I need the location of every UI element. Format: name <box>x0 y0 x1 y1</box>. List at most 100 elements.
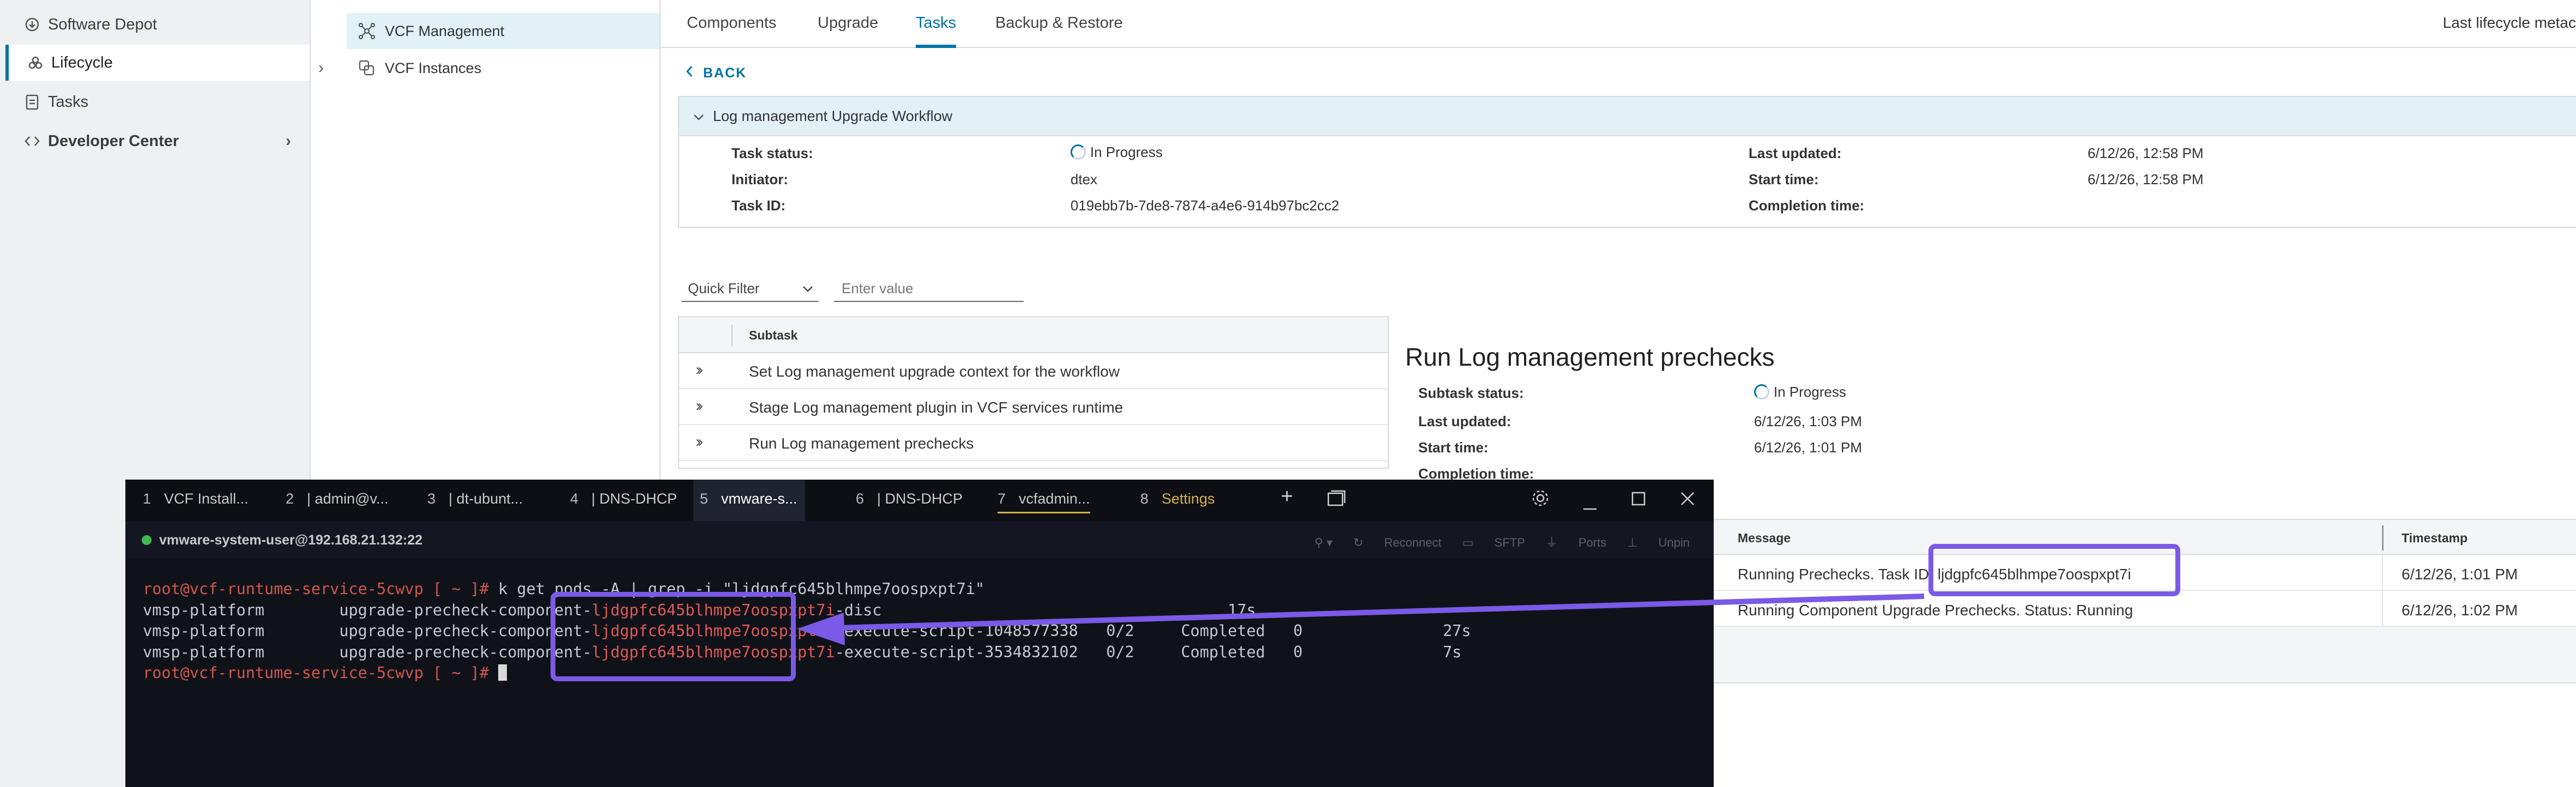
terminal-tab-number: 2 <box>286 491 294 507</box>
workflow-title: Log management Upgrade Workflow <box>713 107 953 124</box>
subtask-detail-title: Run Log management prechecks <box>1405 343 1775 371</box>
terminal-tab-bar: 1 VCF Install... 2 | admin@v... 3 | dt-ubun… <box>125 480 1714 521</box>
terminal-tab-label: | DNS-DHCP <box>591 491 678 507</box>
message-column-header[interactable]: Message <box>1738 531 1791 546</box>
last-updated-label: Last updated: <box>1749 145 1842 161</box>
filter-value-input[interactable] <box>834 276 1024 302</box>
terminal-tab-number: 3 <box>427 491 436 507</box>
terminal-output[interactable]: root@vcf-runtume-service-5cwvp [ ~ ]# k … <box>143 579 1714 684</box>
tab-backup-restore[interactable]: Backup & Restore <box>995 14 1123 48</box>
terminal-tab-label: vcfadmin... <box>1019 491 1090 507</box>
terminal-command-line: root@vcf-runtume-service-5cwvp [ ~ ]# k … <box>143 579 1714 600</box>
nav-software-depot[interactable]: Software Depot <box>5 7 310 43</box>
lifecycle-icon <box>26 53 45 72</box>
nav-developer-center[interactable]: Developer Center › <box>5 123 310 159</box>
tree-item-vcf-management[interactable]: VCF Management <box>347 13 660 49</box>
terminal-cursor <box>498 664 507 681</box>
tab-bar: Components Upgrade Tasks Backup & Restor… <box>661 0 2576 48</box>
tree-item-vcf-instances-label: VCF Instances <box>385 59 482 76</box>
subtask-row[interactable]: ›› Stage Log management plugin in VCF se… <box>679 389 1388 425</box>
terminal-pod-row: vmsp-platform upgrade-precheck-component… <box>143 621 1714 642</box>
back-link[interactable]: BACK <box>686 65 747 81</box>
task-id-label: Task ID: <box>731 197 786 214</box>
chevron-right-icon[interactable]: › <box>318 59 324 77</box>
ports-label: Ports <box>1578 536 1607 549</box>
tab-list-icon[interactable] <box>1327 489 1346 513</box>
terminal-tab[interactable]: 1 VCF Install... <box>143 491 249 507</box>
expand-row-icon[interactable]: ›› <box>696 361 703 379</box>
terminal-tab-label: | DNS-DHCP <box>877 491 963 507</box>
new-tab-icon[interactable]: + <box>1281 485 1293 508</box>
start-time-label: Start time: <box>1749 171 1819 187</box>
nav-software-depot-label: Software Depot <box>48 15 157 33</box>
spinner-icon <box>1071 144 1086 160</box>
subtask-grid: Subtask ›› Set Log management upgrade co… <box>678 316 1389 469</box>
terminal-tab[interactable]: 2 | admin@v... <box>286 491 389 507</box>
terminal-tab[interactable]: 6 | DNS-DHCP <box>856 491 963 507</box>
subtask-row[interactable]: ›› Set Log management upgrade context fo… <box>679 353 1388 389</box>
start-time-value: 6/12/26, 12:58 PM <box>2088 171 2204 187</box>
timestamp-column-header[interactable]: Timestamp <box>2402 531 2468 546</box>
messages-table-footer <box>1714 627 2576 683</box>
cell-divider <box>2382 591 2383 627</box>
subtask-last-updated-value: 6/12/26, 1:03 PM <box>1754 413 1863 429</box>
tab-tasks[interactable]: Tasks <box>916 14 957 48</box>
ports-button[interactable]: ⏚ Ports <box>1546 536 1606 549</box>
message-timestamp: 6/12/26, 1:02 PM <box>2402 602 2518 619</box>
shell-prompt: root@vcf-runtume-service-5cwvp [ ~ ]# <box>143 664 489 682</box>
reconnect-label: Reconnect <box>1384 536 1442 549</box>
subtask-column-header[interactable]: Subtask <box>749 328 797 343</box>
column-separator <box>731 325 733 347</box>
terminal-tab[interactable]: 4 | DNS-DHCP <box>570 491 677 507</box>
message-timestamp: 6/12/26, 1:01 PM <box>2402 566 2518 583</box>
message-text: Running Component Upgrade Prechecks. Sta… <box>1738 602 2133 619</box>
nav-lifecycle[interactable]: Lifecycle <box>5 45 310 81</box>
workflow-header[interactable]: Log management Upgrade Workflow <box>679 97 2576 136</box>
subtask-name: Run Log management prechecks <box>749 435 974 452</box>
terminal-tab[interactable]: 3 | dt-ubunt... <box>427 491 523 507</box>
unpin-button[interactable]: ⊥ Unpin <box>1627 536 1690 549</box>
pod-ready: 0/2 <box>1106 622 1134 640</box>
last-updated-value: 6/12/26, 12:58 PM <box>2088 145 2204 161</box>
subtask-grid-header: Subtask <box>679 317 1388 353</box>
terminal-pod-row: vmsp-platform upgrade-precheck-component… <box>143 600 1714 621</box>
expand-row-icon[interactable]: ›› <box>696 433 703 451</box>
quick-filter-select[interactable]: Quick Filter <box>681 276 819 302</box>
nav-tasks[interactable]: Tasks <box>5 84 310 120</box>
task-id-value: 019ebb7b-7de8-7874-a4e6-914b97bc2cc2 <box>1071 197 1339 214</box>
session-address: vmware-system-user@192.168.21.132:22 <box>159 532 423 548</box>
terminal-tab-number: 8 <box>1140 491 1149 507</box>
terminal-tab[interactable]: 7 vcfadmin... <box>997 491 1090 513</box>
pod-age: 27s <box>1443 622 1471 640</box>
pin-icon[interactable]: ⚲ ▾ <box>1315 536 1333 549</box>
sftp-button[interactable]: ▭ SFTP <box>1462 536 1525 549</box>
session-bar: vmware-system-user@192.168.21.132:22 ⚲ ▾… <box>125 521 1714 559</box>
maximize-icon[interactable] <box>1631 488 1646 512</box>
terminal-tab-number: 7 <box>997 491 1006 507</box>
gear-icon[interactable] <box>1531 488 1550 513</box>
minimize-icon[interactable] <box>1582 494 1598 517</box>
expand-row-icon[interactable]: ›› <box>696 397 703 415</box>
terminal-tab-active[interactable]: 5 vmware-s... <box>693 480 805 521</box>
tab-upgrade[interactable]: Upgrade <box>818 14 878 48</box>
terminal-tab-label: Settings <box>1162 491 1215 507</box>
vcf-instances-icon <box>356 58 377 78</box>
chevron-right-icon[interactable]: › <box>286 132 291 150</box>
close-icon[interactable] <box>1680 488 1695 512</box>
subtask-start-time-value: 6/12/26, 1:01 PM <box>1754 439 1863 456</box>
tree-item-vcf-instances[interactable]: › VCF Instances <box>311 50 660 86</box>
column-resize-handle[interactable] <box>2382 525 2384 550</box>
task-status-value: In Progress <box>1071 144 1163 161</box>
terminal-tab-settings[interactable]: 8 Settings <box>1140 491 1215 507</box>
reconnect-button[interactable]: ↻ Reconnect <box>1353 536 1442 549</box>
pod-age: 17s <box>1227 601 1256 619</box>
subtask-row[interactable]: ›› Run Log management prechecks <box>679 425 1388 461</box>
workflow-summary: Log management Upgrade Workflow Task sta… <box>678 96 2576 228</box>
initiator-value: dtex <box>1071 171 1098 187</box>
task-status-text: In Progress <box>1090 144 1163 160</box>
connected-status-icon <box>142 535 152 545</box>
terminal-window[interactable]: 1 VCF Install... 2 | admin@v... 3 | dt-ubun… <box>125 480 1714 787</box>
tab-components[interactable]: Components <box>687 14 776 48</box>
task-status-label: Task status: <box>731 145 813 161</box>
subtask-status-label: Subtask status: <box>1418 385 1524 401</box>
